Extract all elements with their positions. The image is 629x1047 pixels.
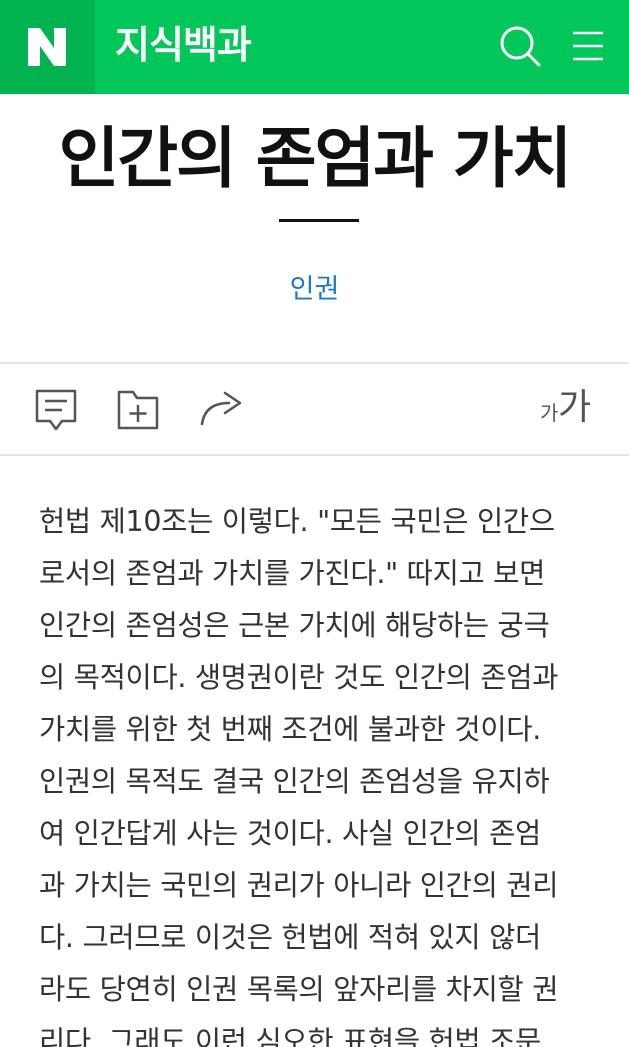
- menu-button[interactable]: [566, 22, 610, 70]
- comment-icon: [35, 389, 77, 431]
- search-icon: [500, 26, 541, 67]
- body-line: 여 인간답게 사는 것이다. 사실 인간의 존엄: [39, 817, 541, 850]
- article-body: 헌법 제10조는 이렇다. "모든 국민은 인간으 로서의 존엄과 가치를 가진…: [39, 496, 599, 1047]
- font-size-large-label: 가: [558, 387, 592, 428]
- body-line: 인권의 목적도 결국 인간의 존엄성을 유지하: [39, 765, 550, 798]
- folder-add-icon: [117, 390, 159, 430]
- body-line: 리다. 그래도 이런 심오한 표현을 헌법 조문: [39, 1025, 541, 1047]
- search-button[interactable]: [496, 22, 544, 70]
- article-toolbar: 가 가: [0, 364, 629, 454]
- toolbar-divider-bottom: [0, 454, 629, 456]
- body-line: 라도 당연히 인권 목록의 앞자리를 차지할 권: [39, 973, 559, 1006]
- category-link[interactable]: 인권: [0, 270, 629, 310]
- font-size-small-label: 가: [540, 401, 559, 425]
- body-line: 의 목적이다. 생명권이란 것도 인간의 존엄과: [39, 661, 559, 694]
- top-header: 지식백과: [0, 0, 629, 94]
- body-line: 헌법 제10조는 이렇다. "모든 국민은 인간으: [39, 505, 555, 538]
- body-line: 다. 그러므로 이것은 헌법에 적혀 있지 않더: [39, 921, 541, 954]
- body-line: 인간의 존엄성은 근본 가치에 해당하는 궁극: [39, 609, 550, 642]
- body-line: 가치를 위한 첫 번째 조건에 불과한 것이다.: [39, 713, 541, 746]
- naver-logo-icon: [28, 28, 66, 66]
- title-divider: [279, 219, 359, 222]
- share-button[interactable]: [197, 386, 245, 434]
- share-icon: [200, 391, 242, 426]
- save-to-folder-button[interactable]: [114, 386, 162, 434]
- article-title: 인간의 존엄과 가치: [58, 120, 573, 197]
- comment-button[interactable]: [32, 386, 80, 434]
- body-line: 로서의 존엄과 가치를 가진다." 따지고 보면: [39, 557, 546, 590]
- naver-logo[interactable]: [0, 0, 95, 94]
- menu-icon: [573, 31, 603, 61]
- body-line: 과 가치는 국민의 권리가 아니라 인간의 권리: [39, 869, 559, 902]
- font-size-button[interactable]: 가 가: [538, 384, 598, 434]
- app-title[interactable]: 지식백과: [115, 22, 252, 68]
